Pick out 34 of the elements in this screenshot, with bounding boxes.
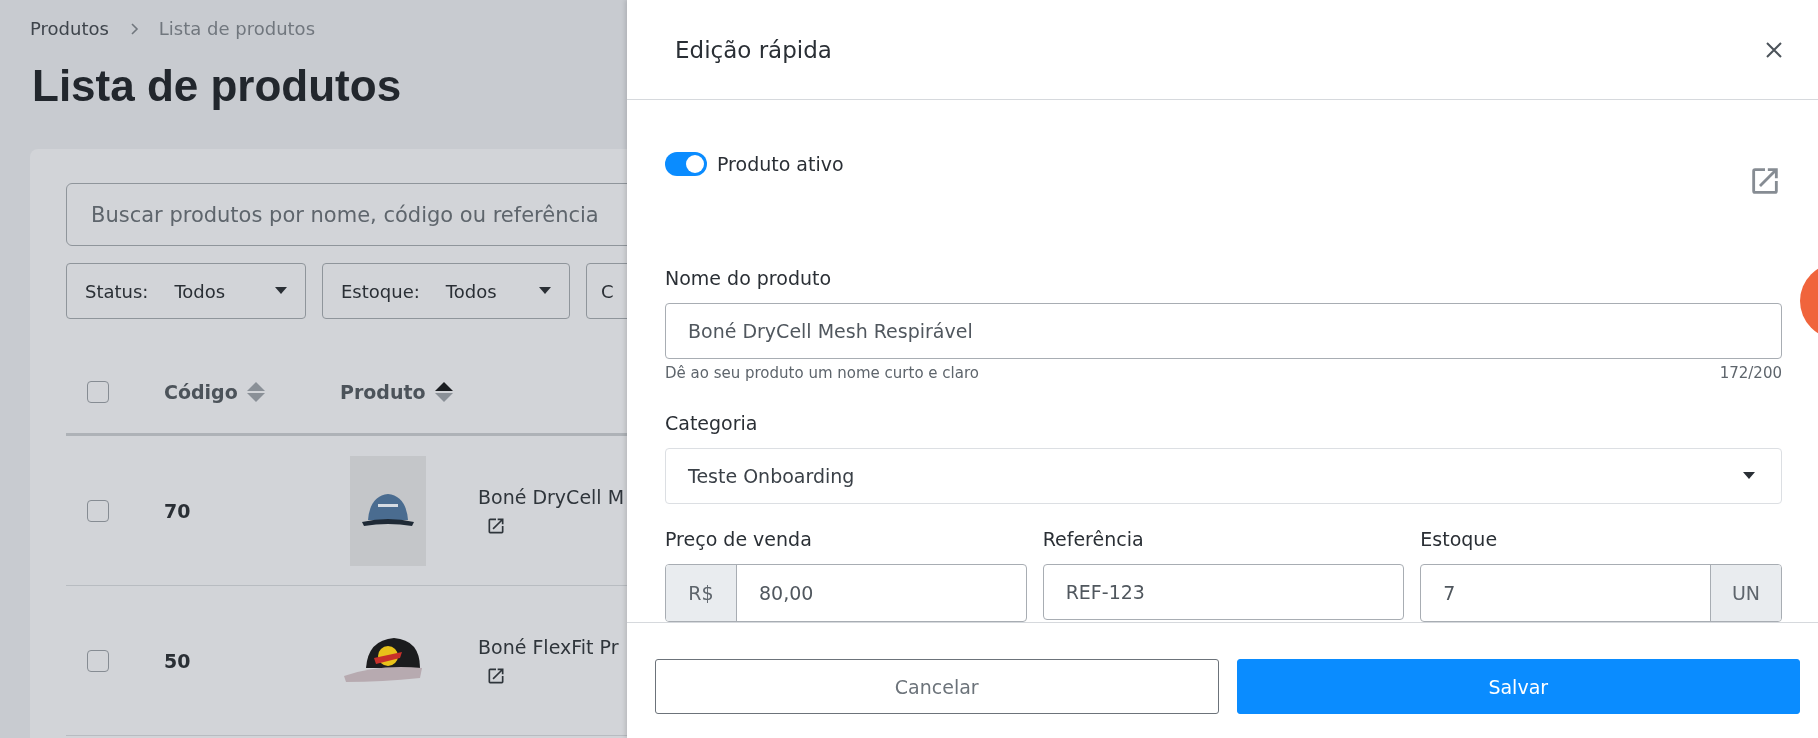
caret-down-icon <box>1743 472 1755 480</box>
filter-dropdown[interactable]: Estoque: Todos <box>322 263 570 319</box>
toggle-switch[interactable] <box>665 152 707 176</box>
character-counter: 172/200 <box>1719 364 1782 382</box>
caret-down-icon <box>275 287 287 295</box>
column-header[interactable]: Produto <box>340 381 426 403</box>
caret-down-icon <box>539 287 551 295</box>
sort-icon[interactable] <box>433 381 454 403</box>
page-title: Lista de produtos <box>32 61 403 111</box>
field-label: Preço de venda <box>665 528 813 550</box>
breadcrumb-current: Lista de produtos <box>158 18 315 39</box>
filter-dropdown[interactable]: Status: Todos <box>66 263 306 319</box>
category-select[interactable]: Teste Onboarding <box>665 448 1782 504</box>
input-field[interactable]: Boné DryCell Mesh Respirável <box>665 303 1782 359</box>
select-all-checkbox[interactable] <box>87 381 109 403</box>
breadcrumb-link[interactable]: Produtos <box>30 18 109 39</box>
field-label: Nome do produto <box>665 267 833 289</box>
toggle-label: Produto ativo <box>717 153 844 175</box>
cancel-button[interactable]: Cancelar <box>655 659 1219 714</box>
drawer-title: Edição rápida <box>675 36 832 63</box>
row-checkbox[interactable] <box>87 649 109 672</box>
field-hint: Dê ao seu produto um nome curto e claro <box>665 364 979 382</box>
field-label: Estoque <box>1420 528 1499 550</box>
product-code: 70 <box>164 499 192 522</box>
search-field[interactable]: Buscar produtos por nome, código ou referência <box>66 183 627 246</box>
column-header[interactable]: Código <box>164 381 238 403</box>
close-icon[interactable] <box>1764 39 1784 60</box>
field-label: Categoria <box>665 412 759 434</box>
product-name[interactable]: Boné DryCell M <box>478 485 625 508</box>
input-field[interactable]: REF-123 <box>1042 564 1405 620</box>
row-checkbox[interactable] <box>87 499 109 522</box>
field-label: Referência <box>1042 528 1145 550</box>
product-name[interactable]: Boné FlexFit Pr <box>478 635 619 658</box>
product-code: 50 <box>164 649 192 672</box>
